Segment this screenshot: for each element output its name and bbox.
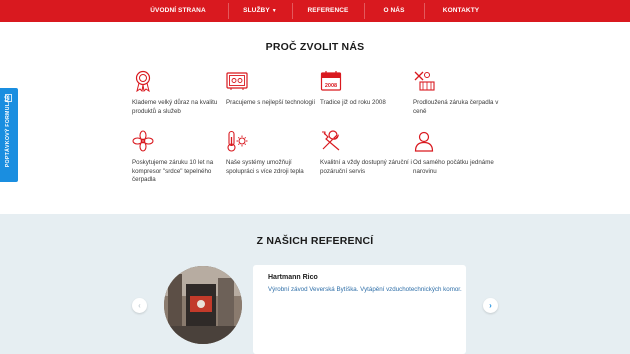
- chevron-right-icon: ›: [489, 301, 492, 310]
- nav-item-sluzby[interactable]: SLUŽBY ▼: [228, 0, 292, 22]
- compressor-fan-icon: [132, 130, 154, 152]
- reference-photo-image: [164, 266, 242, 344]
- top-navigation: ÚVODNÍ STRANA SLUŽBY ▼ REFERENCE O NÁS KO…: [0, 0, 630, 22]
- nav-label: SLUŽBY: [243, 7, 270, 14]
- nav-item-kontakty[interactable]: KONTAKTY: [424, 0, 498, 22]
- feature-text: Pracujeme s nejlepší technologií: [226, 99, 316, 106]
- nav-label: KONTAKTY: [442, 7, 480, 14]
- inquiry-form-tab[interactable]: POPTÁVKOVÝ FORMULÁŘ: [0, 88, 18, 182]
- feature-text: Naše systémy umožňují spolupráci s více …: [226, 159, 304, 175]
- reference-description: Výrobní závod Veverská Bytíška. Vytápění…: [268, 286, 462, 293]
- feature-text: Poskytujeme záruku 10 let na kompresor "…: [132, 159, 214, 184]
- thermometer-sun-icon: [227, 130, 248, 152]
- feature-text: Prodloužená záruka čerpadla v ceně: [413, 99, 499, 115]
- inquiry-form-label: POPTÁVKOVÝ FORMULÁŘ: [5, 94, 11, 168]
- nav-label: O NÁS: [383, 7, 405, 14]
- calendar-2008-icon: 2008: [320, 71, 342, 91]
- reference-name: Hartmann Rico: [268, 274, 318, 281]
- tools-extended-warranty-icon: [414, 71, 435, 91]
- nav-item-reference[interactable]: REFERENCE: [292, 0, 364, 22]
- wrench-screwdriver-icon: [322, 130, 340, 151]
- nav-label: ÚVODNÍ STRANA: [150, 7, 206, 14]
- calendar-year-text: 2008: [325, 83, 337, 89]
- feature-text: Tradice již od roku 2008: [320, 99, 386, 106]
- chevron-left-icon: ‹: [138, 301, 141, 310]
- award-ribbon-icon: [135, 70, 151, 92]
- reference-photo: [164, 266, 242, 344]
- person-icon: [414, 131, 434, 152]
- feature-text: Kvalitní a vždy dostupný záruční i pozár…: [320, 159, 412, 175]
- feature-text: Klademe velký důraz na kvalitu produktů …: [132, 99, 218, 115]
- carousel-next-button[interactable]: ›: [483, 298, 498, 313]
- nav-item-o-nas[interactable]: O NÁS: [364, 0, 424, 22]
- why-section-title: PROČ ZVOLIT NÁS: [265, 41, 365, 53]
- nav-item-uvodni-strana[interactable]: ÚVODNÍ STRANA: [128, 0, 228, 22]
- heating-panel-icon: [226, 72, 248, 90]
- feature-text: Od samého počátku jednáme narovinu: [413, 159, 494, 175]
- references-title: Z NAŠICH REFERENCÍ: [256, 235, 374, 247]
- nav-label: REFERENCE: [307, 7, 349, 14]
- carousel-prev-button[interactable]: ‹: [132, 298, 147, 313]
- chevron-down-icon: ▼: [271, 8, 277, 14]
